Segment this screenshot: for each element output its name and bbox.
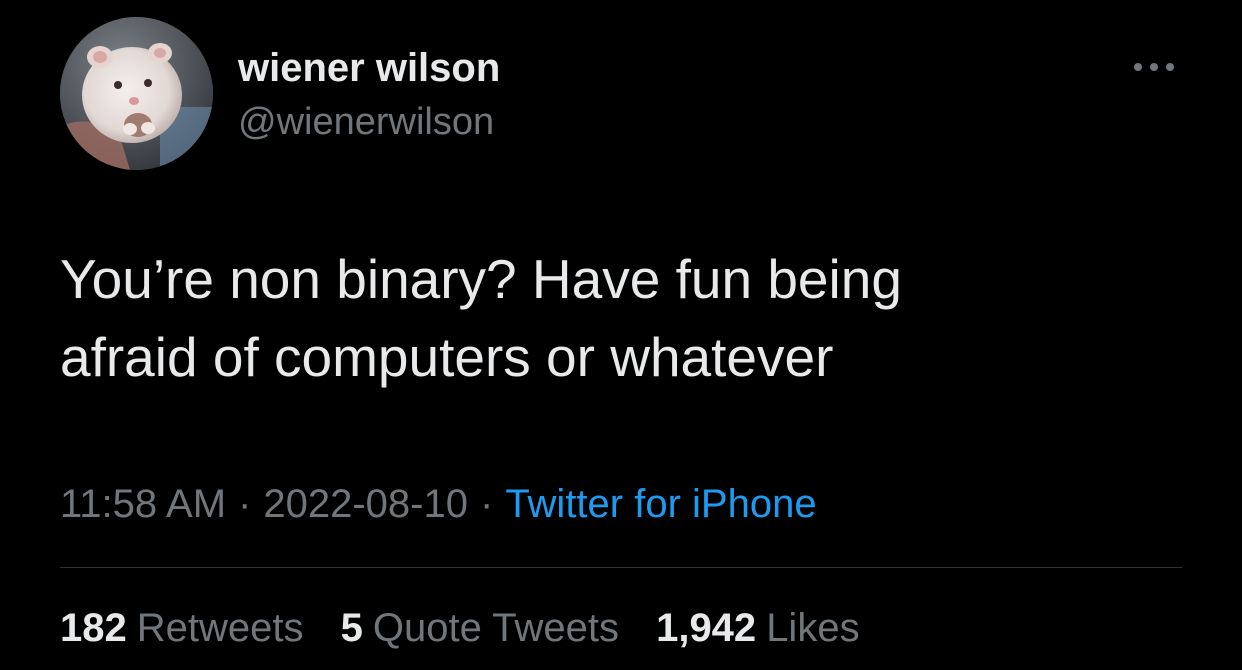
retweets-stat[interactable]: 182 Retweets (60, 604, 304, 652)
retweets-count: 182 (60, 606, 127, 650)
tweet-metadata: 11:58 AM · 2022-08-10 · Twitter for iPhone (60, 480, 817, 528)
author-avatar[interactable] (60, 17, 213, 170)
quote-tweets-stat[interactable]: 5 Quote Tweets (341, 604, 619, 652)
likes-label: Likes (766, 606, 860, 650)
author-display-name[interactable]: wiener wilson (238, 44, 500, 92)
more-horizontal-icon (1134, 63, 1174, 71)
more-options-button[interactable] (1128, 52, 1180, 82)
likes-count: 1,942 (656, 606, 757, 650)
tweet-source-link[interactable]: Twitter for iPhone (505, 482, 816, 526)
quote-tweets-label: Quote Tweets (372, 606, 619, 650)
author-handle[interactable]: @wienerwilson (238, 99, 494, 145)
metadata-separator: · (479, 482, 494, 526)
quote-tweets-count: 5 (340, 606, 363, 650)
likes-stat[interactable]: 1,942 Likes (656, 604, 860, 652)
retweets-label: Retweets (136, 606, 304, 650)
tweet-stats: 182 Retweets 5 Quote Tweets 1,942 Likes (60, 604, 886, 652)
tweet-detail: wiener wilson @wienerwilson You’re non b… (0, 0, 1242, 670)
tweet-date[interactable]: 2022-08-10 (263, 482, 468, 526)
metadata-separator: · (238, 482, 252, 526)
divider (60, 567, 1182, 568)
hamster-avatar-image (60, 17, 213, 170)
tweet-text: You’re non binary? Have fun being afraid… (60, 248, 902, 388)
tweet-time[interactable]: 11:58 AM (60, 482, 226, 526)
